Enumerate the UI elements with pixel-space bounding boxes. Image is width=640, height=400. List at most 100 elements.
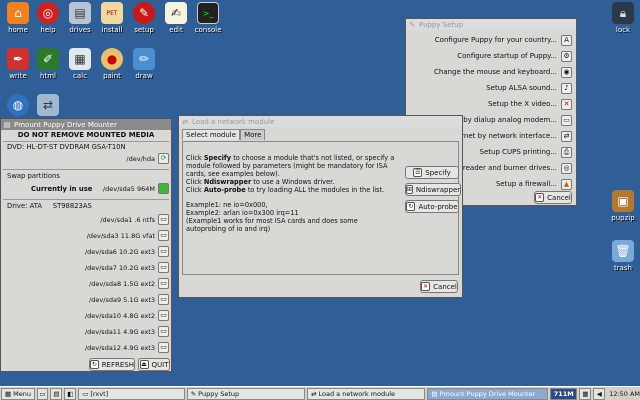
desktop-icon-console[interactable]: >_ console [190,2,226,34]
network-status-icon[interactable]: ▦ [579,387,592,400]
mount-drive-icon[interactable]: ▭ [158,230,169,241]
tab-more[interactable]: More [240,129,266,140]
windows-icon: ⊞ [405,185,413,194]
close-icon: ✕ [421,282,431,291]
desktop-icon-html[interactable]: ✐ html [30,48,66,80]
divider [3,199,169,200]
swap-label: Swap partitions [7,172,60,180]
partition-label: /dev/sda9 5.1G ext3 [89,296,155,304]
quicklaunch-desktop-icon[interactable]: ▭ [36,387,49,400]
setup-item-country[interactable]: Configure Puppy for your country... A [435,34,572,46]
start-menu-button[interactable]: ▦ Menu [1,387,35,400]
desktop-icon-help[interactable]: ◎ help [30,2,66,34]
quicklaunch-terminal-icon[interactable]: ▤ [50,387,63,400]
desktop-icon-trash[interactable]: 🗑︎ trash [605,240,640,272]
partition-label: /dev/sda11 4.9G ext3 [84,328,155,336]
mount-drive-icon[interactable]: ▭ [158,214,169,225]
archive-box-icon: ▣ [612,190,634,212]
tab-panel: Click Specify to choose a module that's … [182,141,461,275]
draw-icon: ✏ [133,48,155,70]
setup-item-mouse[interactable]: Change the mouse and keyboard... ◉ [434,66,572,78]
partition-label: /dev/sda7 10.2G ext3 [84,264,155,272]
tab-select-module[interactable]: Select module [182,129,241,140]
setup-item-label: Setup a firewall... [495,180,557,188]
divider [3,141,169,142]
volume-icon[interactable]: ◀ [593,387,606,400]
quit-icon: ⏏ [139,360,149,369]
mount-drive-icon[interactable]: ▭ [158,310,169,321]
setup-item-printing[interactable]: Setup CUPS printing... ⎙ [480,146,572,158]
window-title: Load a network module [192,117,275,126]
lock-icon: 🔒︎ [612,2,634,24]
terminal-icon: ▭ [82,389,89,398]
desktop-icon-edit[interactable]: ✍ edit [158,2,194,34]
network-icon: ⇄ [37,94,59,116]
quit-button[interactable]: ⏏ QUIT [138,358,170,371]
modem-icon[interactable]: ▭ [561,114,572,126]
task-rxvt[interactable]: ▭ [rxvt] [78,387,185,400]
partition-label: /dev/sda10 4.8G ext2 [84,312,155,320]
wrench-icon: ✎ [133,2,155,24]
desktop-icon-label: trash [614,264,632,272]
disc-icon[interactable]: ◎ [561,162,572,174]
network-module-titlebar[interactable]: ⇄ Load a network module [179,116,462,127]
task-drive-mounter[interactable]: ▤ Pmount Puppy Drive Mounter [427,387,548,400]
drive-mounter-titlebar[interactable]: ▤ Pmount Puppy Drive Mounter [1,119,171,130]
network-icon: ⇄ [182,117,188,126]
partition-row: /dev/sda1 .6 ntfs ▭ [1,214,171,227]
setup-item-label: Change the mouse and keyboard... [434,68,557,76]
drive-label: Drive: ATA ST98823AS [7,202,92,210]
startup-icon[interactable]: ⚙ [561,50,572,62]
partition-row: /dev/sda6 10.2G ext3 ▭ [1,246,171,259]
refresh-button[interactable]: ↻ REFRESH [89,358,135,371]
window-title: Puppy Setup [419,20,464,29]
cancel-button[interactable]: ✕ Cancel [534,191,572,204]
mount-drive-icon[interactable]: ▭ [158,294,169,305]
specify-instruction: Click Specify to choose a module that's … [186,154,395,178]
specify-button[interactable]: ☰ Specify [405,166,459,179]
connect-icon[interactable]: ⇄ [30,94,66,118]
network-icon: ⇄ [311,389,317,398]
firewall-icon[interactable]: ▲ [561,178,572,190]
setup-item-firewall[interactable]: Setup a firewall... ▲ [496,178,572,190]
network-icon[interactable]: ⇄ [561,130,572,142]
task-network-module[interactable]: ⇄ Load a network module [307,387,426,400]
ndiswrapper-instruction: Click Ndiswrapper to use a Windows drive… [186,178,335,186]
mount-drive-icon[interactable]: ▭ [158,278,169,289]
mount-drive-icon[interactable]: ▭ [158,262,169,273]
mount-drive-icon[interactable]: ▭ [158,342,169,353]
setup-item-sound[interactable]: Setup ALSA sound... ♪ [486,82,572,94]
desktop-icon-paint[interactable]: ● paint [94,48,130,80]
ndiswrapper-button[interactable]: ⊞ Ndiswrapper [405,183,461,196]
video-icon[interactable]: ✕ [561,98,572,110]
setup-item-label: Setup CUPS printing... [479,148,557,156]
setup-item-video[interactable]: Setup the X video... ✕ [488,98,572,110]
desktop-icon-draw[interactable]: ✏ draw [126,48,162,80]
desktop-icon-lock[interactable]: 🔒︎ lock [605,2,640,34]
desktop-icon-calc[interactable]: ▦ calc [62,48,98,80]
desktop-icon-install[interactable]: PET install [94,2,130,34]
partition-row: /dev/sda11 4.9G ext3 ▭ [1,326,171,339]
setup-item-startup[interactable]: Configure startup of Puppy... ⚙ [457,50,572,62]
auto-probe-button[interactable]: ↻ Auto-probe [405,200,459,213]
cancel-button[interactable]: ✕ Cancel [420,280,458,293]
package-icon: PET [101,2,123,24]
mount-drive-icon[interactable]: ▭ [158,246,169,257]
printer-icon[interactable]: ⎙ [561,146,572,158]
mouse-icon[interactable]: ◉ [561,66,572,78]
disc-icon[interactable]: ⟳ [158,153,169,164]
notepad-icon: ✍ [165,2,187,24]
desktop-icon-setup[interactable]: ✎ setup [126,2,162,34]
setup-item-label: Setup the X video... [487,100,557,108]
desktop-icon-drives[interactable]: ▤ drives [62,2,98,34]
puppy-setup-titlebar[interactable]: ✎ Puppy Setup [406,19,576,30]
quicklaunch-rxvt-icon[interactable]: ◧ [64,387,77,400]
task-puppy-setup[interactable]: ✎ Puppy Setup [186,387,306,400]
desktop-icon-label: drives [69,26,91,34]
sound-icon[interactable]: ♪ [561,82,572,94]
mount-drive-icon[interactable]: ▭ [158,326,169,337]
country-icon[interactable]: A [561,34,572,46]
tab-strip: Select module More [182,129,266,140]
partition-row: /dev/sda7 10.2G ext3 ▭ [1,262,171,275]
desktop-icon-pupzip[interactable]: ▣ pupzip [605,190,640,222]
